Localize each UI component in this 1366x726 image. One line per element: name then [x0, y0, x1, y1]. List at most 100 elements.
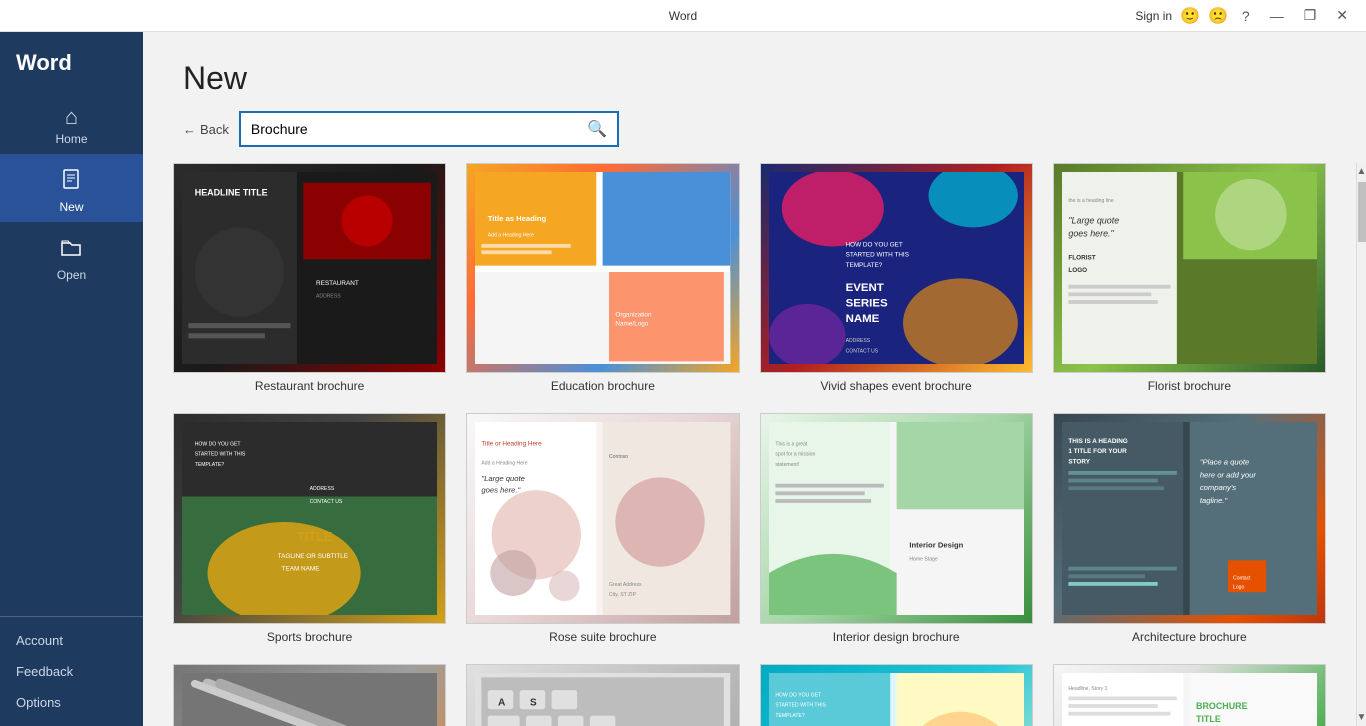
scrollbar: ▲ ▼	[1356, 163, 1366, 726]
svg-text:Home Stage: Home Stage	[909, 557, 937, 563]
template-card-restaurant[interactable]: HEADLINE TITLE RESTAURANT ADDRESS	[173, 163, 446, 393]
svg-text:Contact: Contact	[1233, 576, 1251, 582]
template-label-sports: Sports brochure	[267, 630, 352, 644]
sign-in-link[interactable]: Sign in	[1135, 9, 1172, 23]
svg-text:statement!: statement!	[775, 462, 799, 468]
template-card-education[interactable]: Title as Heading Add a Heading Here Orga…	[466, 163, 739, 393]
smile-icon[interactable]: 🙂	[1180, 6, 1200, 26]
svg-text:TEMPLATE?: TEMPLATE?	[775, 713, 805, 719]
template-thumb-sports: HOW DO YOU GET STARTED WITH THIS TEMPLAT…	[173, 413, 446, 623]
sidebar-item-open[interactable]: Open	[0, 222, 143, 290]
svg-text:SERIES: SERIES	[845, 297, 887, 309]
template-card-rose[interactable]: Title or Heading Here Add a Heading Here…	[466, 413, 739, 643]
svg-text:company's: company's	[1200, 484, 1236, 493]
template-label-interior: Interior design brochure	[833, 630, 960, 644]
svg-text:HOW DO YOU GET: HOW DO YOU GET	[775, 692, 821, 698]
svg-text:STARTED WITH THIS: STARTED WITH THIS	[195, 452, 246, 458]
template-label-restaurant: Restaurant brochure	[255, 379, 364, 393]
svg-text:"Large quote: "Large quote	[482, 475, 525, 484]
sidebar-item-account[interactable]: Account	[0, 625, 143, 656]
svg-text:Add a Heading Here: Add a Heading Here	[482, 461, 528, 467]
search-button[interactable]: 🔍	[577, 113, 617, 145]
page-title: New	[183, 60, 1326, 97]
svg-text:HEADLINE TITLE: HEADLINE TITLE	[195, 187, 268, 197]
home-icon: ⌂	[65, 106, 78, 128]
svg-text:S: S	[530, 697, 537, 708]
scroll-thumb[interactable]	[1358, 182, 1366, 242]
svg-text:Headline, Story 1: Headline, Story 1	[1068, 686, 1107, 692]
sidebar-nav: ⌂ Home New	[0, 92, 143, 616]
scroll-up-button[interactable]: ▲	[1354, 163, 1366, 180]
template-card-architecture[interactable]: THIS IS A HEADING 1 TITLE FOR YOUR STORY…	[1053, 413, 1326, 643]
template-card-interior[interactable]: This is a great spot for a mission state…	[760, 413, 1033, 643]
svg-text:Interior Design: Interior Design	[909, 541, 963, 550]
svg-text:here or add your: here or add your	[1200, 471, 1257, 480]
main-content: New ← Back 🔍	[143, 32, 1366, 726]
main-header: New ← Back 🔍	[143, 32, 1366, 163]
svg-text:EVENT: EVENT	[845, 282, 883, 294]
svg-text:TITLE: TITLE	[1196, 714, 1221, 724]
template-thumb-tools: ABOUT US CONTACT US BROCHURE	[173, 664, 446, 726]
app-title: Word	[669, 9, 697, 23]
open-folder-icon	[60, 236, 84, 264]
close-button[interactable]: ✕	[1330, 7, 1354, 24]
svg-text:TITLE: TITLE	[297, 530, 332, 545]
templates-grid: HEADLINE TITLE RESTAURANT ADDRESS	[173, 163, 1326, 726]
template-thumb-restaurant: HEADLINE TITLE RESTAURANT ADDRESS	[173, 163, 446, 373]
svg-text:TEAM NAME: TEAM NAME	[282, 566, 320, 573]
svg-text:Add a Heading Here: Add a Heading Here	[488, 232, 534, 238]
templates-scroll: HEADLINE TITLE RESTAURANT ADDRESS	[143, 163, 1356, 726]
scroll-down-button[interactable]: ▼	[1354, 709, 1366, 726]
template-card-florist[interactable]: the is a heading line "Large quote goes …	[1053, 163, 1326, 393]
sad-icon[interactable]: 🙁	[1208, 6, 1228, 26]
svg-text:STARTED WITH THIS: STARTED WITH THIS	[845, 252, 908, 259]
svg-text:goes here.": goes here."	[482, 486, 521, 495]
template-card-newsletter[interactable]: Headline, Story 1 Headline, Story 2 BROC…	[1053, 664, 1326, 726]
sidebar-item-new-label: New	[59, 200, 83, 214]
title-bar-controls: Sign in 🙂 🙁 ? — ❐ ✕	[1135, 6, 1354, 26]
template-thumb-keyboard: A S COMPANY LOGO BROCHURE	[466, 664, 739, 726]
svg-text:ADDRESS: ADDRESS	[310, 487, 335, 493]
restore-button[interactable]: ❐	[1298, 7, 1323, 24]
sidebar: Word ⌂ Home New	[0, 32, 143, 726]
template-thumb-newsletter: Headline, Story 1 Headline, Story 2 BROC…	[1053, 664, 1326, 726]
template-card-tools[interactable]: ABOUT US CONTACT US BROCHURE To	[173, 664, 446, 726]
sidebar-item-feedback[interactable]: Feedback	[0, 656, 143, 687]
svg-text:Name/Logo: Name/Logo	[616, 321, 649, 328]
sidebar-item-home-label: Home	[55, 132, 87, 146]
svg-text:Logo: Logo	[1233, 585, 1244, 591]
sidebar-item-home[interactable]: ⌂ Home	[0, 92, 143, 154]
search-bar: ← Back 🔍	[183, 111, 1326, 147]
template-card-sports[interactable]: HOW DO YOU GET STARTED WITH THIS TEMPLAT…	[173, 413, 446, 643]
template-card-keyboard[interactable]: A S COMPANY LOGO BROCHURE	[466, 664, 739, 726]
svg-text:spot for a mission: spot for a mission	[775, 452, 815, 458]
template-card-baby[interactable]: HOW DO YOU GET STARTED WITH THIS TEMPLAT…	[760, 664, 1033, 726]
search-input[interactable]	[241, 115, 577, 143]
svg-text:CONTACT US: CONTACT US	[310, 499, 343, 505]
back-arrow-icon: ←	[183, 122, 196, 137]
svg-text:HOW DO YOU GET: HOW DO YOU GET	[845, 241, 902, 248]
svg-text:Organization: Organization	[616, 312, 653, 319]
help-button[interactable]: ?	[1236, 8, 1256, 24]
sidebar-item-options[interactable]: Options	[0, 687, 143, 718]
svg-text:THIS IS A HEADING: THIS IS A HEADING	[1068, 438, 1127, 445]
template-thumb-interior: This is a great spot for a mission state…	[760, 413, 1033, 623]
template-thumb-rose: Title or Heading Here Add a Heading Here…	[466, 413, 739, 623]
svg-text:ADDRESS: ADDRESS	[845, 338, 870, 344]
back-label: Back	[200, 122, 229, 137]
template-label-architecture: Architecture brochure	[1132, 630, 1247, 644]
search-input-wrap: 🔍	[239, 111, 619, 147]
template-label-rose: Rose suite brochure	[549, 630, 656, 644]
sidebar-item-new[interactable]: New	[0, 154, 143, 222]
svg-text:goes here.": goes here."	[1068, 228, 1114, 238]
template-card-vivid[interactable]: HOW DO YOU GET STARTED WITH THIS TEMPLAT…	[760, 163, 1033, 393]
svg-text:HOW DO YOU GET: HOW DO YOU GET	[195, 442, 241, 448]
svg-text:tagline.": tagline."	[1200, 496, 1228, 505]
svg-text:"Place a quote: "Place a quote	[1200, 458, 1249, 467]
new-document-icon	[60, 168, 84, 196]
svg-text:ADDRESS: ADDRESS	[316, 294, 341, 300]
sidebar-brand: Word	[0, 32, 143, 92]
back-button[interactable]: ← Back	[183, 122, 229, 137]
template-thumb-architecture: THIS IS A HEADING 1 TITLE FOR YOUR STORY…	[1053, 413, 1326, 623]
minimize-button[interactable]: —	[1264, 8, 1290, 24]
